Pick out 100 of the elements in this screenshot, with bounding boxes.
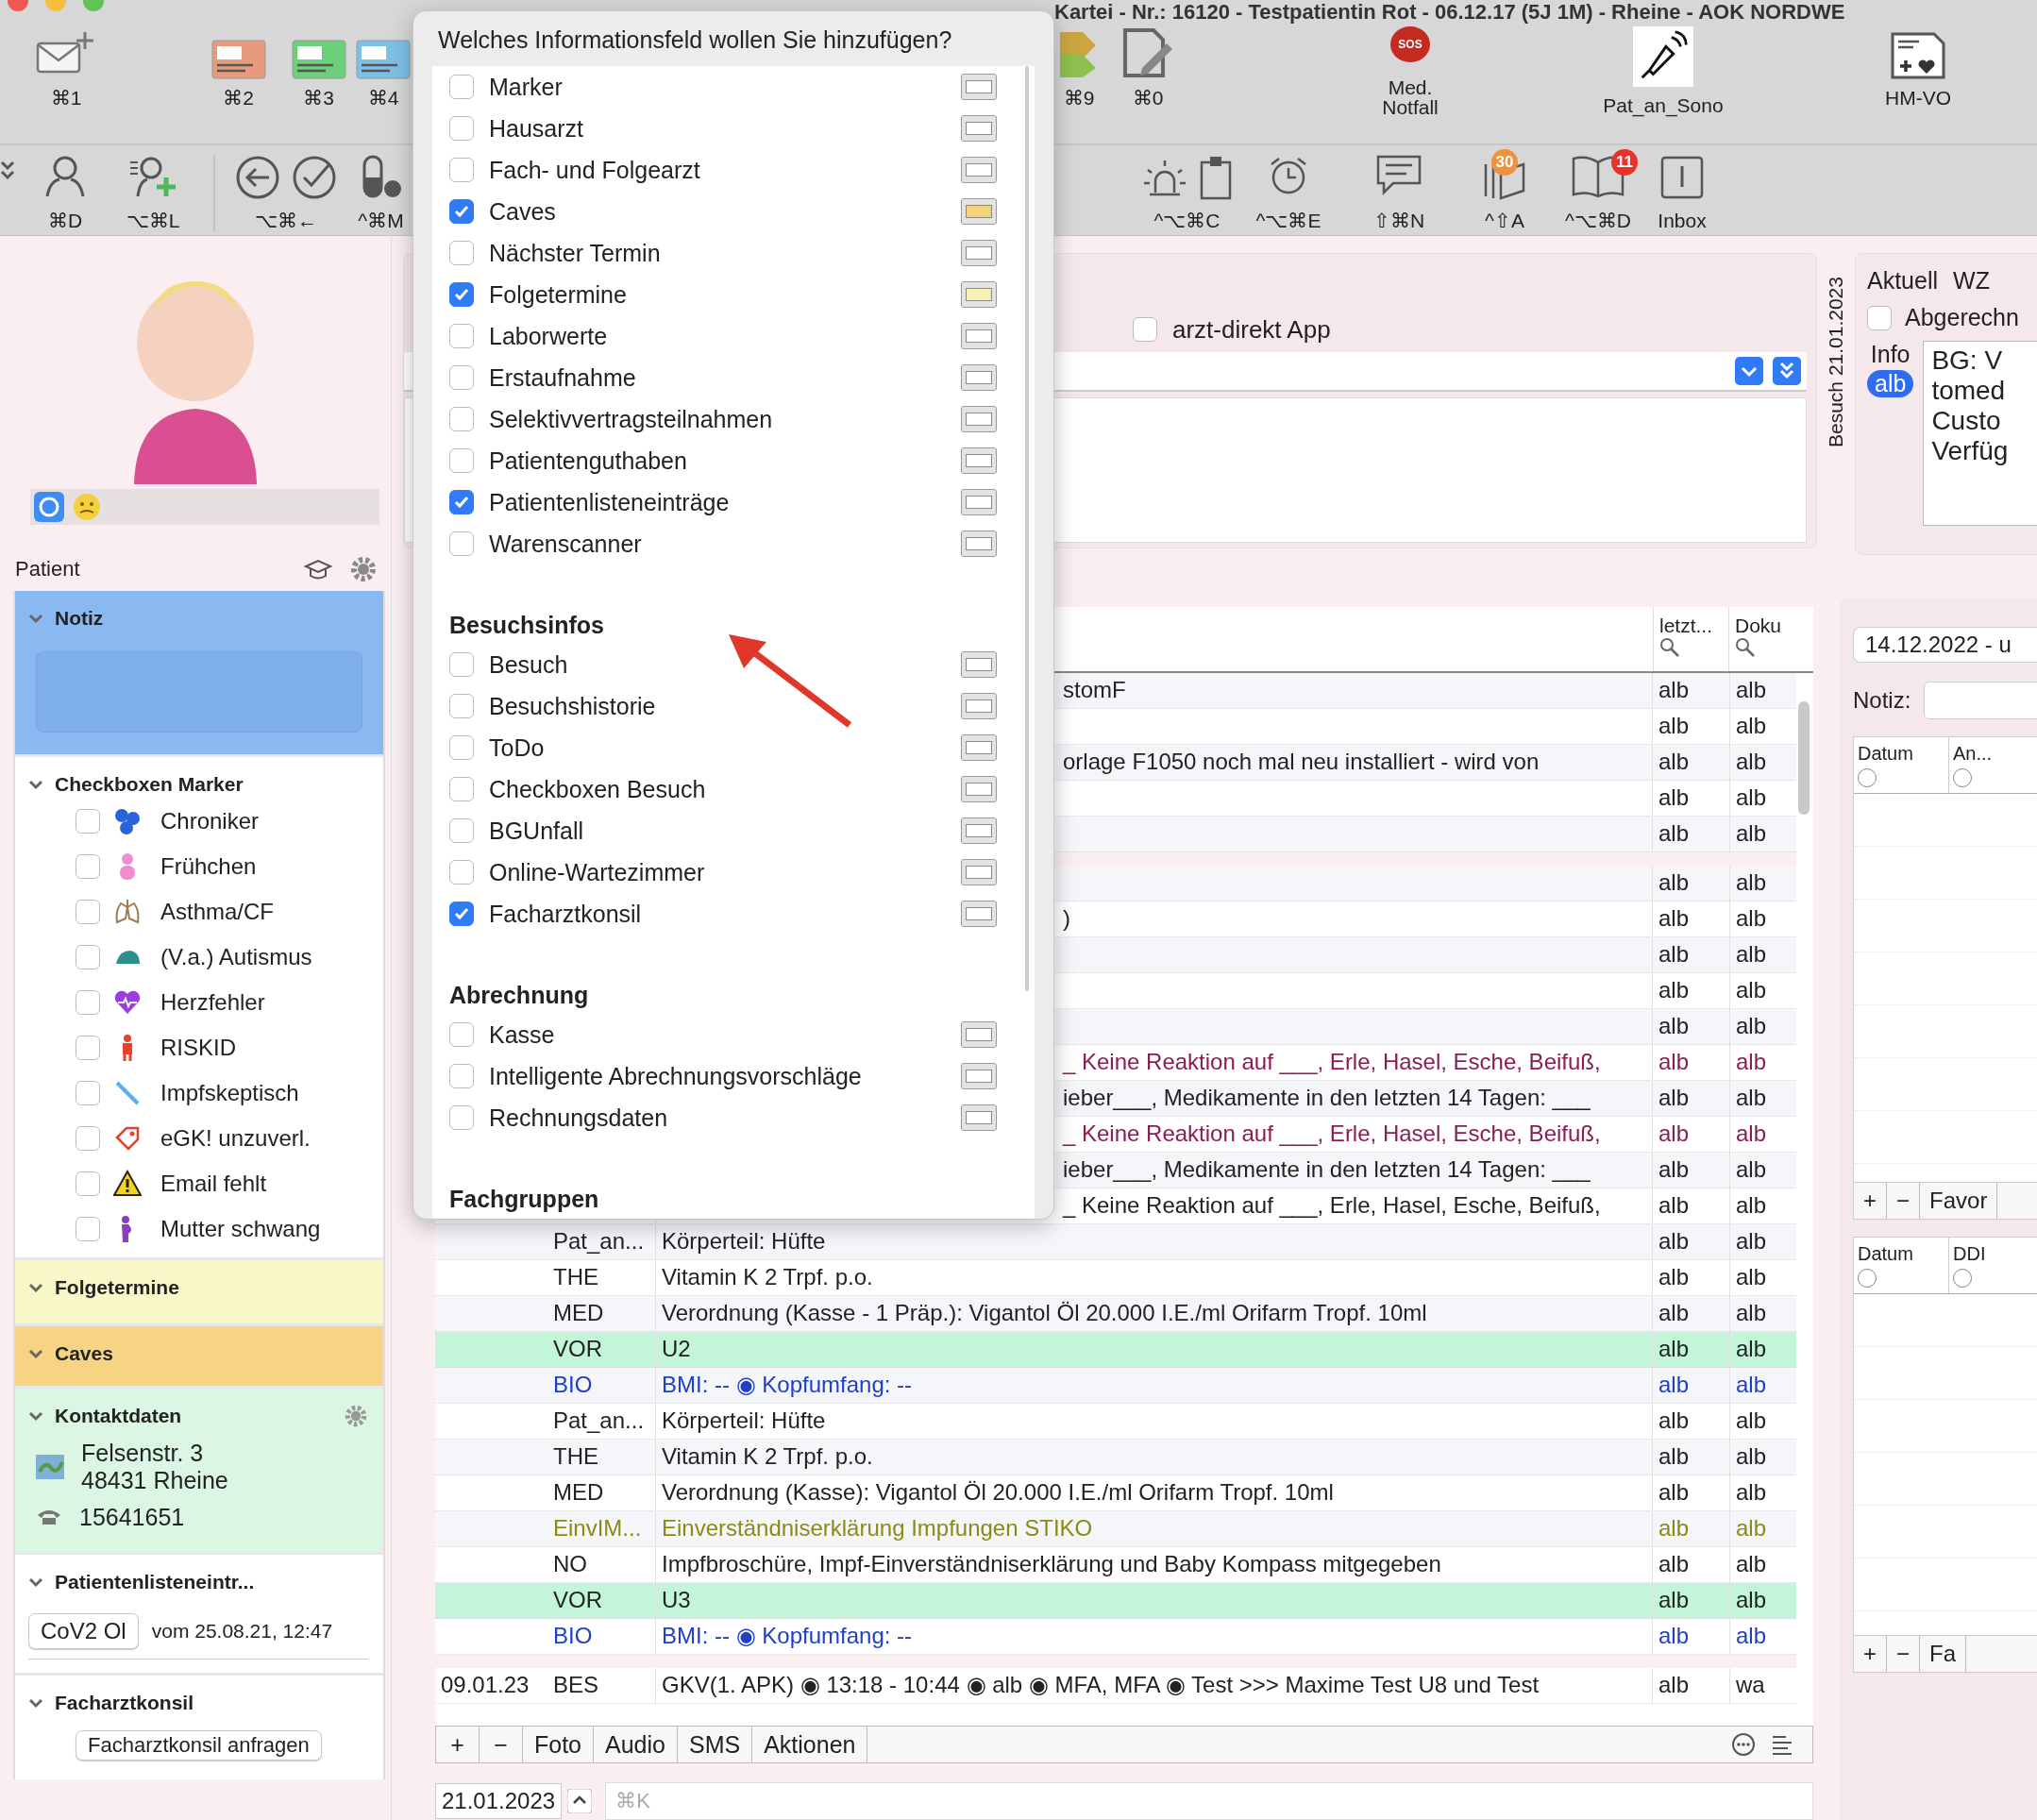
user-cell: alb (1652, 1188, 1729, 1223)
user-cell: alb (1729, 1582, 1795, 1618)
field-option-label: Selektivvertragsteilnahmen (489, 405, 774, 433)
street-text: Felsenstr. 3 (81, 1440, 205, 1467)
user-cell: alb (1652, 672, 1729, 708)
section-title: Notiz (55, 607, 104, 630)
user-cell: wa (1729, 1667, 1795, 1703)
section-title: Facharztkonsil (55, 1692, 194, 1714)
user-cell: alb (1652, 901, 1729, 936)
user-cell: alb (1652, 1008, 1729, 1044)
user-badge: alb (1867, 370, 1914, 397)
user-cell: alb (1729, 972, 1795, 1008)
user-cell: alb (1652, 1295, 1729, 1331)
field-option-label: Patientenlisteneinträge (489, 488, 731, 516)
type-cell: MED (547, 1295, 656, 1331)
section-title: Checkboxen Marker (55, 773, 244, 796)
user-cell: alb (1729, 816, 1795, 851)
type-cell: THE (547, 1439, 656, 1475)
user-cell: alb (1729, 1475, 1795, 1510)
checkbox-label: Abgerechn (1905, 304, 2019, 331)
entry-cell-text: Körperteil: Hüfte (661, 1228, 827, 1255)
user-cell: alb (1652, 744, 1729, 780)
checkbox-label: arzt-direkt App (1172, 314, 1331, 345)
type-cell: MED (547, 1475, 656, 1510)
user-cell: alb (1729, 1331, 1795, 1367)
user-cell: alb (1652, 708, 1729, 744)
marker-label: Email fehlt (160, 1171, 267, 1197)
entry-cell-text: Verordnung (Kasse - 1 Präp.): Vigantol Öl 20.000 I.E./ml Orifarm Tropf. 10ml (661, 1300, 1428, 1327)
user-cell: alb (1652, 1259, 1729, 1295)
panel-heading: Aktuell (1867, 267, 1939, 295)
marker-label: Herzfehler (160, 989, 265, 1016)
marker-label: Mutter schwang (160, 1216, 321, 1242)
sos-badge: SOS (1390, 25, 1430, 62)
user-cell: alb (1729, 1439, 1795, 1475)
marker-label: Asthma/CF (160, 899, 275, 925)
user-cell: alb (1652, 1331, 1729, 1367)
user-cell: alb (1652, 816, 1729, 851)
user-cell: alb (1729, 672, 1795, 708)
user-cell: alb (1652, 1510, 1729, 1546)
user-cell: alb (1729, 708, 1795, 744)
entry-cell-text: U2 (661, 1336, 692, 1363)
type-cell: BIO (547, 1367, 656, 1403)
user-cell: alb (1729, 1223, 1795, 1259)
entry-cell-text: U3 (661, 1587, 692, 1614)
type-cell: VOR (547, 1331, 656, 1367)
user-cell: alb (1652, 1546, 1729, 1582)
entry-cell-text: Impfbroschüre, Impf-Einverständniserklärung und Baby Kompass mitgegeben (661, 1551, 1442, 1578)
marker-label: (V.a.) Autismus (160, 944, 312, 970)
user-cell: alb (1729, 865, 1795, 901)
entry-cell-text: Vitamin K 2 Trpf. p.o. (661, 1264, 874, 1291)
field-option-label: Patientenguthaben (489, 447, 688, 475)
entry-cell-text: Einverständniserklärung Impfungen STIKO (661, 1515, 1094, 1542)
user-cell: alb (1729, 1080, 1795, 1116)
note-line: Custo (1931, 406, 2002, 436)
entry-cell-text: Vitamin K 2 Trpf. p.o. (661, 1443, 874, 1471)
window-title: Kartei - Nr.: 16120 - Testpatientin Rot - 06.12.17 (5J 1M) - Rheine - AOK NORDWE (1053, 0, 1845, 25)
entry-cell-text: ieber___, Medikamente in den letzten 14 Tagen: ___ (1062, 1156, 1591, 1184)
user-cell: alb (1729, 1152, 1795, 1188)
user-cell: alb (1652, 1367, 1729, 1403)
field-option-label: Facharztkonsil (489, 900, 643, 928)
user-cell: alb (1729, 901, 1795, 936)
section-title: Folgetermine (55, 1276, 179, 1299)
user-cell: alb (1652, 1475, 1729, 1510)
phone-text: 15641651 (79, 1503, 185, 1531)
user-cell: alb (1729, 1618, 1795, 1654)
entry-cell-text: stomF (1062, 677, 1127, 704)
user-cell: alb (1729, 1546, 1795, 1582)
marker-label: RISKID (160, 1035, 236, 1061)
type-cell: THE (547, 1259, 656, 1295)
entry-cell-text: ) (1062, 905, 1071, 933)
user-cell: alb (1652, 780, 1729, 816)
entry-cell-text: _ Keine Reaktion auf ___, Erle, Hasel, Esche, Beifuß, (1061, 1121, 1602, 1148)
entry-cell-text: GKV(1. APK) ◉ 13:18 - 10:44 ◉ alb ◉ MFA, MFA ◉ Test >>> Maxime Test U8 und Test (661, 1672, 1540, 1699)
panel-heading: WZ (1953, 267, 1990, 295)
field-option-label: Marker (489, 73, 564, 101)
marker-label: Chroniker (160, 808, 260, 834)
marker-label: Frühchen (160, 853, 257, 880)
field-option-label: Laborwerte (489, 322, 609, 350)
user-cell: alb (1652, 1080, 1729, 1116)
user-cell: alb (1652, 865, 1729, 901)
note-line: Verfüg (1931, 436, 2010, 466)
entry-cell-text: Körperteil: Hüfte (661, 1407, 827, 1435)
note-line: BG: V (1931, 345, 2004, 376)
field-option-label: Folgetermine (489, 280, 628, 309)
user-cell: alb (1652, 972, 1729, 1008)
type-cell: Pat_an... (547, 1223, 656, 1259)
user-cell: alb (1652, 1152, 1729, 1188)
note-line: tomed (1931, 376, 2007, 406)
user-cell: alb (1652, 1618, 1729, 1654)
user-cell: alb (1652, 1582, 1729, 1618)
dialog-title: Welches Informationsfeld wollen Sie hinzufügen? (437, 25, 953, 55)
entry-cell-text: BMI: -- ◉ Kopfumfang: -- (661, 1372, 914, 1399)
date-cell-text: 09.01.23 (440, 1672, 530, 1699)
count-badge: 30 (1491, 148, 1518, 176)
user-cell: alb (1729, 1044, 1795, 1080)
type-cell: NO (547, 1546, 656, 1582)
entry-cell-text: Verordnung (Kasse): Vigantol Öl 20.000 I.E./ml Orifarm Tropf. 10ml (661, 1479, 1335, 1507)
user-cell: alb (1729, 936, 1795, 972)
field-option-label: Fach- und Folgearzt (489, 156, 701, 184)
user-cell: alb (1729, 1259, 1795, 1295)
